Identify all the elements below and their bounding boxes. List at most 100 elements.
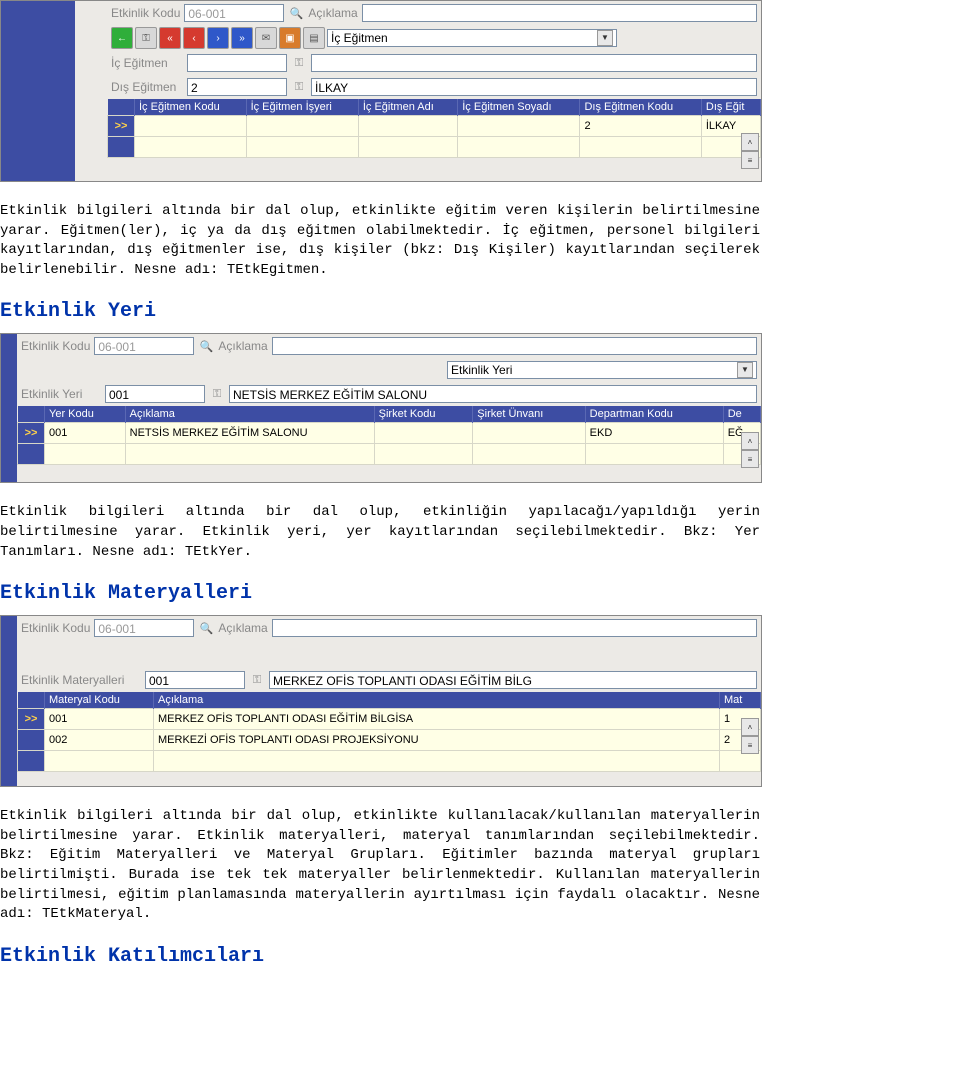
- grid-header[interactable]: Şirket Kodu: [374, 406, 473, 423]
- type-combo[interactable]: Etkinlik Yeri ▼: [447, 361, 757, 379]
- row-marker: >>: [108, 116, 135, 137]
- aciklama-field[interactable]: [272, 619, 757, 637]
- type-combo-value: İç Eğitmen: [331, 29, 388, 47]
- first-button[interactable]: «: [159, 27, 181, 49]
- grid-header[interactable]: İç Eğitmen Soyadı: [458, 99, 580, 116]
- cell-aciklama[interactable]: NETSİS MERKEZ EĞİTİM SALONU: [125, 423, 374, 444]
- next-button[interactable]: ›: [207, 27, 229, 49]
- heading-katilimci: Etkinlik Katılımcıları: [0, 945, 960, 968]
- scroll-drag-button[interactable]: ≡: [741, 736, 759, 754]
- grid-header[interactable]: Departman Kodu: [585, 406, 723, 423]
- grid-row[interactable]: >> 001 NETSİS MERKEZ EĞİTİM SALONU EKD E…: [18, 423, 761, 444]
- dis-egitmen-label: Dış Eğitmen: [111, 80, 183, 94]
- materyal-adi-field[interactable]: MERKEZ OFİS TOPLANTI ODASI EĞİTİM BİLG: [269, 671, 757, 689]
- ic-egitmen-code[interactable]: [187, 54, 287, 72]
- cell-kodu[interactable]: 002: [45, 730, 154, 751]
- back-button[interactable]: ←: [111, 27, 133, 49]
- grid-header[interactable]: İç Eğitmen İşyeri: [246, 99, 358, 116]
- heading-yeri: Etkinlik Yeri: [0, 300, 960, 323]
- etkinlik-kodu-label: Etkinlik Kodu: [21, 621, 90, 635]
- egitmen-grid[interactable]: İç Eğitmen Kodu İç Eğitmen İşyeri İç Eği…: [107, 99, 761, 158]
- cell-aciklama[interactable]: MERKEZ OFİS TOPLANTI ODASI EĞİTİM BİLGİS…: [154, 709, 720, 730]
- export-button[interactable]: ▣: [279, 27, 301, 49]
- aciklama-label: Açıklama: [308, 6, 357, 20]
- grid-row[interactable]: >> 001 MERKEZ OFİS TOPLANTI ODASI EĞİTİM…: [18, 709, 761, 730]
- chevron-down-icon[interactable]: ▼: [597, 30, 613, 46]
- paragraph-egitmen: Etkinlik bilgileri altında bir dal olup,…: [0, 202, 760, 280]
- cell-kodu[interactable]: 001: [45, 709, 154, 730]
- form-sidebar: [1, 616, 17, 786]
- row-marker: >>: [18, 423, 45, 444]
- grid-header[interactable]: Dış Eğit: [701, 99, 760, 116]
- grid-header-row: İç Eğitmen Kodu İç Eğitmen İşyeri İç Eği…: [108, 99, 761, 116]
- etkinlik-kodu-field[interactable]: 06-001: [184, 4, 284, 22]
- aciklama-label: Açıklama: [218, 339, 267, 353]
- grid-header[interactable]: Dış Eğitmen Kodu: [580, 99, 701, 116]
- dis-egitmen-code[interactable]: 2: [187, 78, 287, 96]
- lookup-icon[interactable]: 🔍: [288, 5, 304, 21]
- scroll-up-button[interactable]: ˄: [741, 133, 759, 151]
- grid-header[interactable]: Yer Kodu: [45, 406, 126, 423]
- scroll-drag-button[interactable]: ≡: [741, 450, 759, 468]
- lookup-icon[interactable]: ⚿: [209, 386, 225, 402]
- lookup-icon[interactable]: 🔍: [198, 620, 214, 636]
- grid-header[interactable]: Açıklama: [154, 692, 720, 709]
- scroll-up-button[interactable]: ˄: [741, 432, 759, 450]
- prev-button[interactable]: ‹: [183, 27, 205, 49]
- last-button[interactable]: »: [231, 27, 253, 49]
- aciklama-field[interactable]: [362, 4, 757, 22]
- yeri-grid[interactable]: Yer Kodu Açıklama Şirket Kodu Şirket Ünv…: [17, 406, 761, 465]
- cell-dis-kod[interactable]: 2: [580, 116, 701, 137]
- chevron-down-icon[interactable]: ▼: [737, 362, 753, 378]
- grid-row[interactable]: [18, 751, 761, 772]
- etkinlik-kodu-field[interactable]: 06-001: [94, 337, 194, 355]
- grid-header-row: Yer Kodu Açıklama Şirket Kodu Şirket Ünv…: [18, 406, 761, 423]
- materyal-label: Etkinlik Materyalleri: [21, 673, 141, 687]
- etkinlik-kodu-field[interactable]: 06-001: [94, 619, 194, 637]
- aciklama-field[interactable]: [272, 337, 757, 355]
- paragraph-materyal: Etkinlik bilgileri altında bir dal olup,…: [0, 807, 760, 925]
- grid-row[interactable]: [108, 137, 761, 158]
- lookup-icon[interactable]: ⚿: [291, 55, 307, 71]
- scroll-up-button[interactable]: ˄: [741, 718, 759, 736]
- grid-header[interactable]: Materyal Kodu: [45, 692, 154, 709]
- grid-header-row: Materyal Kodu Açıklama Mat: [18, 692, 761, 709]
- yeri-form: Etkinlik Kodu 06-001 🔍 Açıklama Etkinlik…: [0, 333, 762, 483]
- aciklama-label: Açıklama: [218, 621, 267, 635]
- lookup-icon[interactable]: 🔍: [198, 338, 214, 354]
- key-button[interactable]: ⚿: [135, 27, 157, 49]
- lookup-icon[interactable]: ⚿: [291, 79, 307, 95]
- etkinlik-kodu-label: Etkinlik Kodu: [111, 6, 180, 20]
- type-combo-value: Etkinlik Yeri: [451, 361, 512, 379]
- egitmen-form: Etkinlik Kodu 06-001 🔍 Açıklama ← ⚿ « ‹ …: [0, 0, 762, 182]
- yer-kodu-field[interactable]: 001: [105, 385, 205, 403]
- materyal-form: Etkinlik Kodu 06-001 🔍 Açıklama Etkinlik…: [0, 615, 762, 787]
- doc-button[interactable]: ▤: [303, 27, 325, 49]
- form-sidebar: [1, 1, 107, 181]
- grid-header[interactable]: İç Eğitmen Kodu: [135, 99, 247, 116]
- grid-header[interactable]: İç Eğitmen Adı: [358, 99, 457, 116]
- paragraph-yeri: Etkinlik bilgileri altında bir dal olup,…: [0, 503, 760, 562]
- dis-egitmen-name[interactable]: İLKAY: [311, 78, 757, 96]
- cell-kodu[interactable]: 001: [45, 423, 126, 444]
- grid-row[interactable]: >> 2 İLKAY: [108, 116, 761, 137]
- ic-egitmen-name[interactable]: [311, 54, 757, 72]
- yer-adi-field[interactable]: NETSİS MERKEZ EĞİTİM SALONU: [229, 385, 757, 403]
- grid-header[interactable]: De: [723, 406, 760, 423]
- grid-header[interactable]: Mat: [720, 692, 761, 709]
- lookup-icon[interactable]: ⚿: [249, 672, 265, 688]
- materyal-grid[interactable]: Materyal Kodu Açıklama Mat >> 001 MERKEZ…: [17, 692, 761, 772]
- grid-header[interactable]: Şirket Ünvanı: [473, 406, 585, 423]
- materyal-kodu-field[interactable]: 001: [145, 671, 245, 689]
- grid-row[interactable]: 002 MERKEZİ OFİS TOPLANTI ODASI PROJEKSİ…: [18, 730, 761, 751]
- mail-button[interactable]: ✉: [255, 27, 277, 49]
- cell-aciklama[interactable]: MERKEZİ OFİS TOPLANTI ODASI PROJEKSİYONU: [154, 730, 720, 751]
- form-toolbar: ← ⚿ « ‹ › » ✉ ▣ ▤ İç Eğitmen ▼: [107, 25, 761, 51]
- cell-dep[interactable]: EKD: [585, 423, 723, 444]
- yer-label: Etkinlik Yeri: [21, 387, 101, 401]
- etkinlik-kodu-label: Etkinlik Kodu: [21, 339, 90, 353]
- scroll-drag-button[interactable]: ≡: [741, 151, 759, 169]
- grid-row[interactable]: [18, 444, 761, 465]
- grid-header[interactable]: Açıklama: [125, 406, 374, 423]
- type-combo[interactable]: İç Eğitmen ▼: [327, 29, 617, 47]
